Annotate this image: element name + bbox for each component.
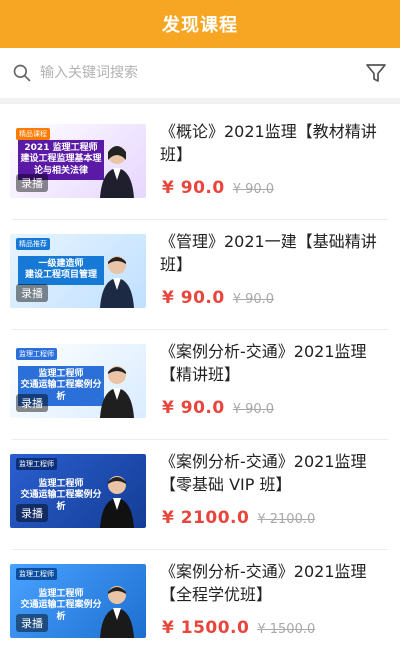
- course-list: 精品课程 2021 监理工程师 建设工程监理基本理论与相关法律 录播 《概论》2…: [0, 110, 400, 660]
- price-row: ¥ 90.0 ¥ 90.0: [162, 178, 274, 198]
- course-thumbnail[interactable]: 精品推荐 一级建造师 建设工程项目管理 录播: [10, 234, 146, 308]
- search-input[interactable]: [40, 65, 356, 81]
- teacher-avatar: [100, 146, 134, 198]
- course-item[interactable]: 监理工程师 监理工程师 交通运输工程案例分析 录播 《案例分析-交通》2021监…: [0, 440, 400, 550]
- course-title[interactable]: 《案例分析-交通》2021监理【全程学优班】: [160, 560, 392, 606]
- course-title[interactable]: 《概论》2021监理【教材精讲班】: [160, 120, 392, 166]
- recorded-badge: 录播: [16, 614, 48, 632]
- course-thumbnail[interactable]: 精品课程 2021 监理工程师 建设工程监理基本理论与相关法律 录播: [10, 124, 146, 198]
- recorded-badge: 录播: [16, 174, 48, 192]
- current-price: ¥ 90.0: [162, 288, 225, 308]
- thumbnail-line: 监理工程师: [38, 479, 84, 489]
- course-thumbnail[interactable]: 监理工程师 监理工程师 交通运输工程案例分析 录播: [10, 454, 146, 528]
- original-price: ¥ 90.0: [232, 292, 275, 307]
- current-price: ¥ 1500.0: [162, 618, 250, 638]
- recorded-badge: 录播: [16, 394, 48, 412]
- current-price: ¥ 2100.0: [162, 508, 250, 528]
- search-icon: [13, 64, 31, 82]
- recorded-badge: 录播: [16, 504, 48, 522]
- teacher-avatar: [100, 366, 134, 418]
- thumbnail-banner: 一级建造师 建设工程项目管理: [18, 256, 104, 285]
- top-bar: 发现课程: [0, 0, 400, 48]
- teacher-avatar: [100, 586, 134, 638]
- teacher-avatar: [100, 476, 134, 528]
- price-row: ¥ 90.0 ¥ 90.0: [162, 288, 274, 308]
- thumbnail-line: 建设工程项目管理: [24, 270, 97, 281]
- thumbnail-line: 2021 监理工程师: [24, 143, 98, 153]
- recorded-badge: 录播: [16, 284, 48, 302]
- course-thumbnail[interactable]: 监理工程师 监理工程师 交通运输工程案例分析 录播: [10, 564, 146, 638]
- price-row: ¥ 90.0 ¥ 90.0: [162, 398, 274, 418]
- thumbnail-line: 一级建造师: [38, 259, 84, 269]
- thumbnail-tag: 监理工程师: [16, 568, 57, 580]
- price-row: ¥ 2100.0 ¥ 2100.0: [162, 508, 315, 528]
- original-price: ¥ 90.0: [232, 182, 275, 197]
- course-item[interactable]: 监理工程师 监理工程师 交通运输工程案例分析 录播 《案例分析-交通》2021监…: [0, 550, 400, 660]
- thumbnail-tag: 精品课程: [16, 128, 50, 140]
- course-title[interactable]: 《管理》2021一建【基础精讲班】: [160, 230, 392, 276]
- thumbnail-line: 监理工程师: [38, 369, 84, 379]
- course-title[interactable]: 《案例分析-交通》2021监理【零基础 VIP 班】: [160, 450, 392, 496]
- thumbnail-tag: 监理工程师: [16, 348, 57, 360]
- filter-icon[interactable]: [364, 61, 388, 85]
- course-title[interactable]: 《案例分析-交通》2021监理【精讲班】: [160, 340, 392, 386]
- course-thumbnail[interactable]: 监理工程师 监理工程师 交通运输工程案例分析 录播: [10, 344, 146, 418]
- original-price: ¥ 1500.0: [257, 622, 316, 637]
- current-price: ¥ 90.0: [162, 398, 225, 418]
- thumbnail-line: 监理工程师: [38, 589, 84, 599]
- thumbnail-tag: 精品推荐: [16, 238, 50, 250]
- course-item[interactable]: 精品推荐 一级建造师 建设工程项目管理 录播 《管理》2021一建【基础精讲班】…: [0, 220, 400, 330]
- page-title: 发现课程: [162, 15, 238, 36]
- course-item[interactable]: 监理工程师 监理工程师 交通运输工程案例分析 录播 《案例分析-交通》2021监…: [0, 330, 400, 440]
- current-price: ¥ 90.0: [162, 178, 225, 198]
- original-price: ¥ 90.0: [232, 402, 275, 417]
- teacher-avatar: [100, 256, 134, 308]
- thumbnail-tag: 监理工程师: [16, 458, 57, 470]
- course-item[interactable]: 精品课程 2021 监理工程师 建设工程监理基本理论与相关法律 录播 《概论》2…: [0, 110, 400, 220]
- original-price: ¥ 2100.0: [257, 512, 316, 527]
- search-bar: [0, 48, 400, 104]
- price-row: ¥ 1500.0 ¥ 1500.0: [162, 618, 315, 638]
